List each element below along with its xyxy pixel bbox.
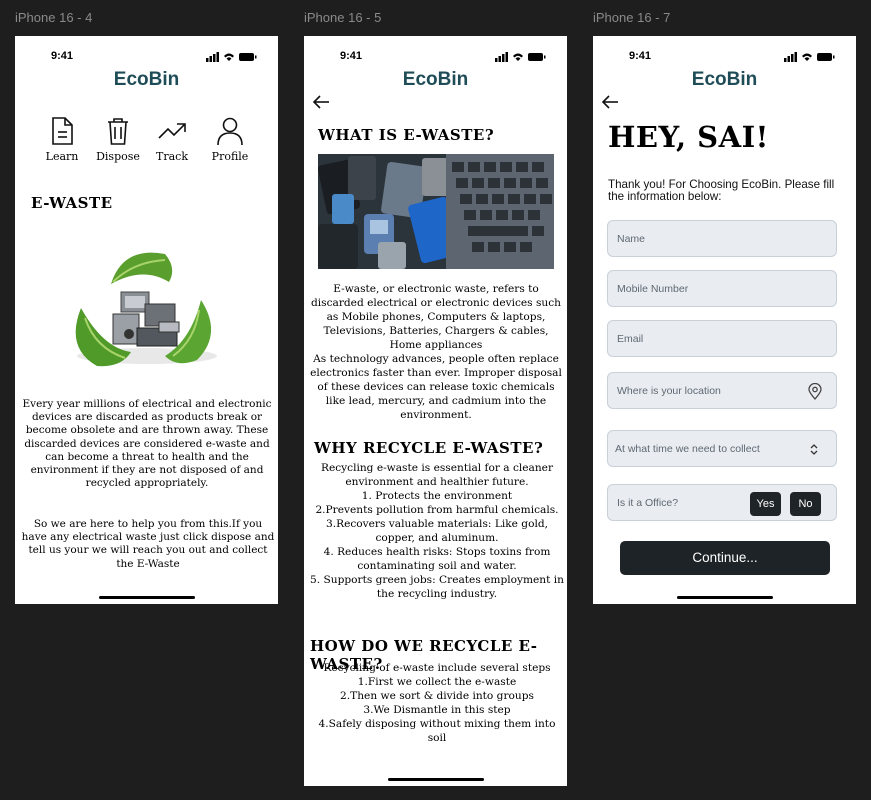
home-indicator: [98, 596, 195, 599]
section-title: E-WASTE: [31, 194, 113, 212]
status-icons: [784, 52, 835, 62]
email-field[interactable]: Email: [607, 320, 837, 357]
nav-profile[interactable]: Profile: [202, 116, 258, 163]
nav-profile-label: Profile: [211, 150, 249, 163]
heading-what-is: WHAT IS E-WASTE?: [318, 126, 495, 144]
status-icons: [206, 52, 257, 62]
email-placeholder: Email: [617, 333, 644, 345]
trend-up-icon: [158, 123, 186, 139]
status-time: 9:41: [51, 50, 74, 62]
app-title: EcoBin: [691, 69, 758, 90]
trash-icon: [108, 118, 128, 145]
document-icon: [52, 117, 73, 145]
heading-why-recycle: WHY RECYCLE E-WASTE?: [314, 439, 544, 457]
location-pin-icon[interactable]: [808, 383, 822, 400]
chevron-up-down-icon: [810, 444, 818, 455]
status-bar: 9:41: [593, 50, 856, 64]
frame-label-screen-4: iPhone 16 - 4: [15, 10, 93, 25]
ewaste-photo: [318, 154, 554, 269]
collection-time-select[interactable]: At what time we need to collect: [607, 430, 837, 467]
home-indicator: [387, 778, 484, 781]
recycle-ewaste-illustration: [75, 252, 217, 367]
form-intro-text: Thank you! For Choosing EcoBin. Please f…: [608, 178, 835, 203]
status-time: 9:41: [340, 50, 363, 62]
nav-track[interactable]: Track: [144, 116, 200, 163]
nav-dispose-label: Dispose: [96, 150, 140, 163]
user-icon: [217, 117, 243, 146]
status-icons: [495, 52, 546, 62]
office-no-button[interactable]: No: [790, 492, 821, 516]
home-indicator: [676, 596, 773, 599]
name-field[interactable]: Name: [607, 220, 837, 257]
status-bar: 9:41: [304, 50, 567, 64]
intro-paragraph: Every year millions of electrical and el…: [22, 398, 272, 490]
app-title: EcoBin: [402, 69, 469, 90]
collection-time-placeholder: At what time we need to collect: [615, 443, 760, 455]
screen-collection-form: 9:41 EcoBin HEY, SAI! Thank you! For Cho…: [593, 36, 856, 604]
how-recycle-paragraph: Recycling of e-waste include several ste…: [318, 662, 556, 744]
what-is-paragraph: E-waste, or electronic waste, refers to …: [310, 283, 562, 421]
office-yes-button[interactable]: Yes: [750, 492, 781, 516]
why-recycle-paragraph: Recycling e-waste is essential for a cle…: [310, 462, 564, 600]
ewaste-pile-image: [318, 154, 554, 269]
office-question-field: Is it a Office? Yes No: [607, 484, 837, 521]
nav-track-label: Track: [156, 150, 188, 163]
greeting-heading: HEY, SAI!: [608, 120, 769, 154]
screen-learn-home: 9:41 EcoBin Learn Dispose Track Profile …: [15, 36, 278, 604]
nav-dispose[interactable]: Dispose: [90, 116, 146, 163]
location-field[interactable]: Where is your location: [607, 372, 837, 409]
screen-ewaste-info: 9:41 EcoBin WHAT IS E-WASTE? E-waste, or…: [304, 36, 567, 786]
office-question-label: Is it a Office?: [617, 497, 679, 509]
back-arrow-icon[interactable]: [312, 94, 330, 110]
back-arrow-icon[interactable]: [601, 94, 619, 110]
nav-learn[interactable]: Learn: [34, 116, 90, 163]
name-placeholder: Name: [617, 233, 646, 245]
status-time: 9:41: [629, 50, 652, 62]
status-bar: 9:41: [15, 50, 278, 64]
frame-label-screen-5: iPhone 16 - 5: [304, 10, 382, 25]
location-placeholder: Where is your location: [617, 385, 721, 397]
main-nav: Learn Dispose Track Profile: [40, 116, 258, 172]
continue-button[interactable]: Continue...: [620, 541, 830, 575]
mobile-placeholder: Mobile Number: [617, 283, 689, 295]
mobile-number-field[interactable]: Mobile Number: [607, 270, 837, 307]
frame-label-screen-7: iPhone 16 - 7: [593, 10, 671, 25]
app-title: EcoBin: [113, 69, 180, 90]
nav-learn-label: Learn: [45, 150, 79, 163]
help-paragraph: So we are here to help you from this.If …: [21, 518, 275, 570]
